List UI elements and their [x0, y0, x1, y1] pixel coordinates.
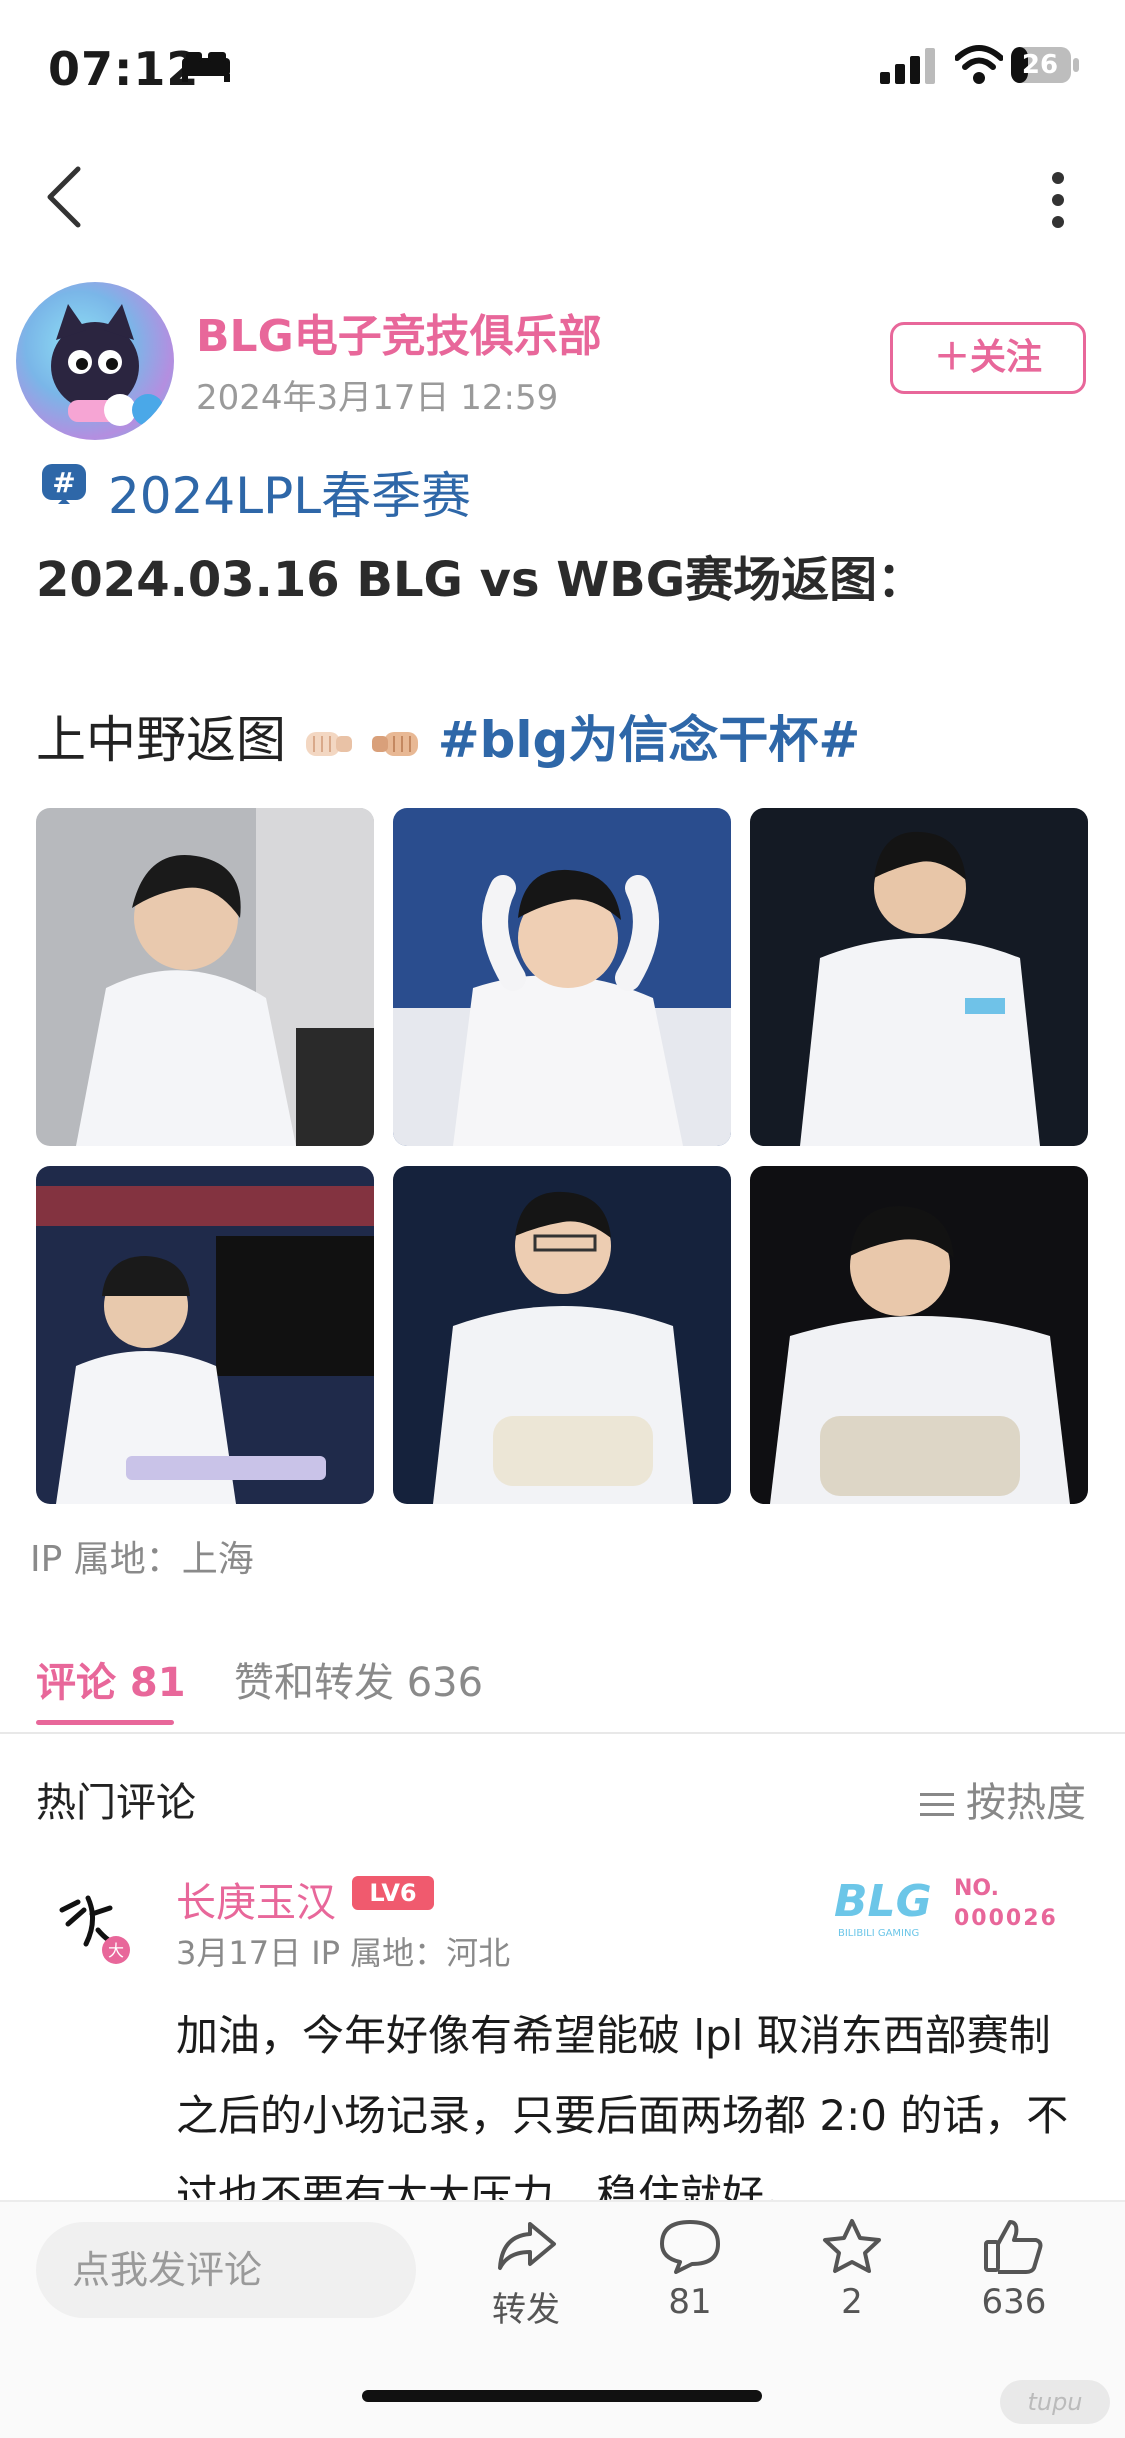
- badge-no-label: NO.: [954, 1876, 999, 1901]
- ip-location: IP 属地：上海: [30, 1539, 254, 1580]
- like-button[interactable]: 636: [954, 2218, 1074, 2322]
- thumbs-up-icon: [984, 2220, 1043, 2274]
- fist-left-icon: [305, 731, 352, 756]
- battery-level: 26: [1021, 50, 1059, 80]
- wifi-icon: [955, 45, 1003, 84]
- badge-number: 000026: [954, 1906, 1058, 1931]
- favorite-count: 2: [841, 2282, 863, 2322]
- fist-right-icon: [371, 731, 418, 756]
- fan-badge: BLG BILIBILI GAMING NO. 000026: [834, 1872, 1064, 1942]
- list-sort-icon: [920, 1793, 954, 1816]
- more-options-icon[interactable]: [1048, 170, 1068, 230]
- photo-3[interactable]: [750, 808, 1088, 1146]
- author-avatar[interactable]: [16, 282, 174, 440]
- signal-icon: [880, 48, 935, 84]
- commenter-avatar[interactable]: 大: [48, 1880, 134, 1966]
- svg-text:#: #: [52, 466, 75, 499]
- back-icon[interactable]: [44, 165, 84, 229]
- status-time: 07:12: [48, 42, 200, 96]
- post-caption: 上中野返图 #blg为信念干杯#: [36, 700, 860, 772]
- comment-bubble-icon: [660, 2220, 720, 2274]
- comment-count: 81: [668, 2282, 712, 2322]
- tab-active-indicator: [36, 1720, 174, 1725]
- repost-icon: [498, 2222, 556, 2270]
- repost-label: 转发: [492, 2290, 560, 2330]
- watermark: tupu: [1000, 2380, 1110, 2424]
- photo-6[interactable]: [750, 1166, 1088, 1504]
- follow-button[interactable]: ＋关注: [890, 322, 1086, 394]
- repost-button[interactable]: 转发: [466, 2218, 586, 2331]
- like-count: 636: [981, 2282, 1047, 2322]
- author-name[interactable]: BLG电子竞技俱乐部: [196, 300, 602, 364]
- topic-hash-icon: #: [42, 464, 86, 504]
- photo-1[interactable]: [36, 808, 374, 1146]
- photo-2[interactable]: [393, 808, 731, 1146]
- home-indicator[interactable]: [362, 2390, 762, 2402]
- tab-comments[interactable]: 评论 81: [36, 1650, 186, 1708]
- sort-label: 按热度: [966, 1780, 1086, 1826]
- commenter-name[interactable]: 长庚玉汉: [176, 1870, 336, 1928]
- tabs-divider: [0, 1732, 1125, 1734]
- star-icon: [823, 2219, 881, 2273]
- hashtag-link[interactable]: #blg为信念干杯#: [438, 711, 861, 769]
- svg-text:大: 大: [108, 1941, 124, 1960]
- hot-comments-title: 热门评论: [36, 1780, 196, 1826]
- tab-likes-reposts[interactable]: 赞和转发 636: [234, 1650, 483, 1708]
- battery-indicator: 26: [1010, 44, 1080, 86]
- topic-link[interactable]: 2024LPL春季赛: [108, 456, 471, 528]
- comment-button[interactable]: 81: [630, 2218, 750, 2322]
- svg-text:BILIBILI GAMING: BILIBILI GAMING: [838, 1928, 919, 1939]
- photo-4[interactable]: [36, 1166, 374, 1504]
- comment-input[interactable]: 点我发评论: [36, 2222, 416, 2318]
- favorite-button[interactable]: 2: [792, 2218, 912, 2322]
- caption-text: 上中野返图: [36, 711, 286, 769]
- svg-text:BLG: BLG: [834, 1876, 932, 1927]
- user-level-badge: LV6: [352, 1876, 434, 1910]
- sort-by-hotness[interactable]: 按热度: [920, 1770, 1086, 1828]
- comment-meta: 3月17日 IP 属地：河北: [176, 1934, 511, 1972]
- photo-5[interactable]: [393, 1166, 731, 1504]
- post-timestamp: 2024年3月17日 12:59: [196, 378, 559, 418]
- bed-icon: [182, 52, 230, 82]
- post-title: 2024.03.16 BLG vs WBG赛场返图：: [36, 552, 926, 608]
